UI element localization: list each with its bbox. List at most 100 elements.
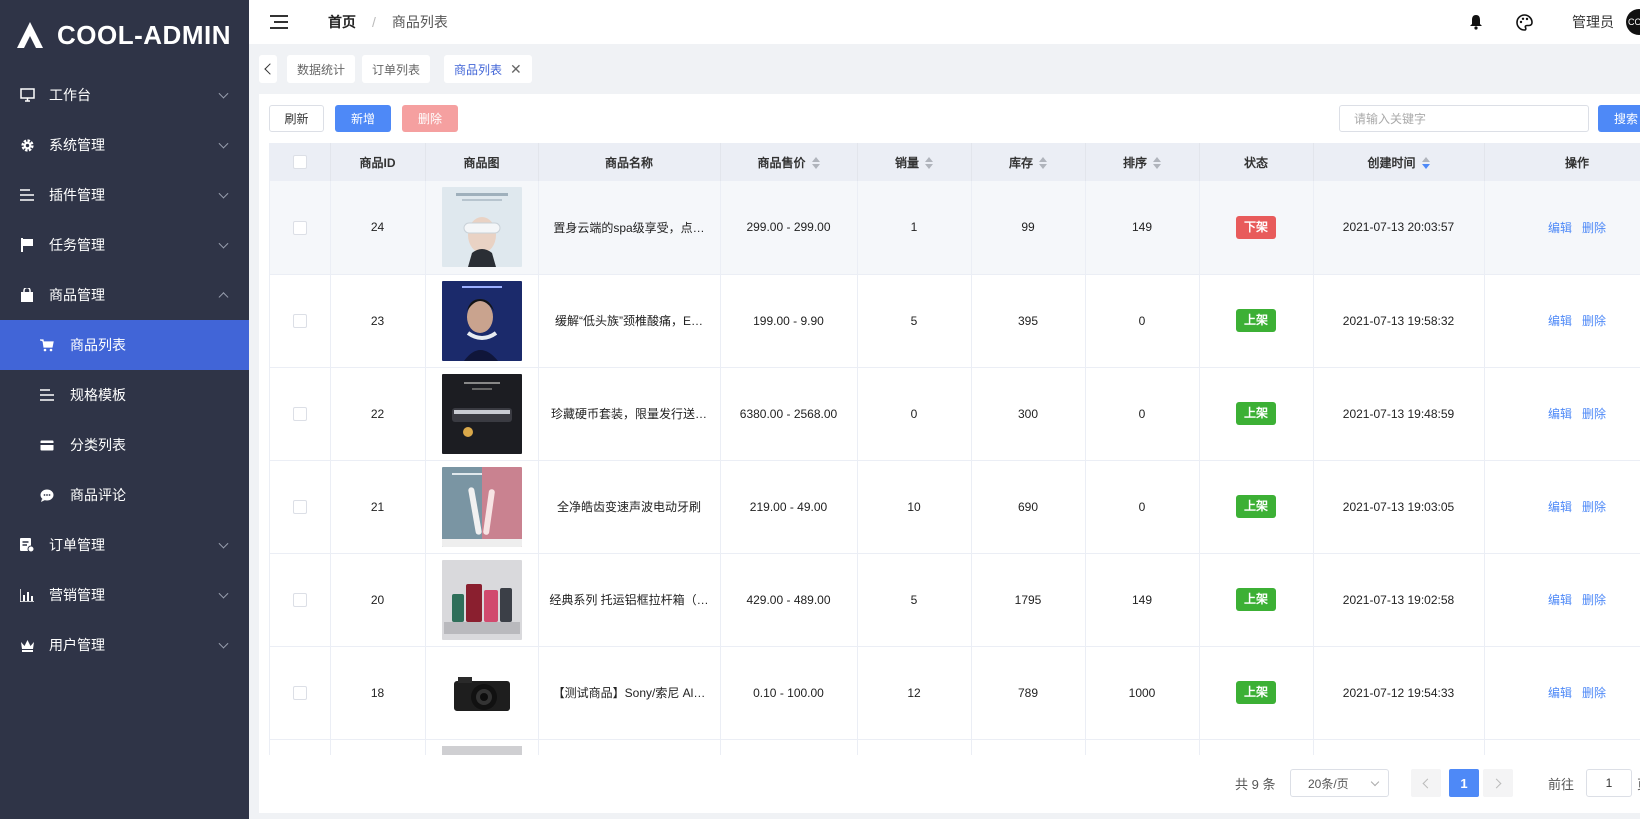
- cell-id: 23: [330, 274, 426, 367]
- header-sort[interactable]: 排序: [1085, 143, 1200, 181]
- menu-toggle-icon[interactable]: [270, 15, 288, 29]
- cell-status: 下架: [1199, 181, 1314, 274]
- submenu-goods-list[interactable]: 商品列表: [0, 320, 249, 370]
- menu-label: 系统管理: [49, 137, 105, 153]
- cell-select: [270, 367, 331, 460]
- row-checkbox[interactable]: [292, 685, 307, 700]
- cell-image[interactable]: [425, 181, 539, 274]
- submenu-goods-comments[interactable]: 商品评论: [0, 470, 249, 520]
- row-checkbox[interactable]: [292, 220, 307, 235]
- header-price[interactable]: 商品售价: [720, 143, 858, 181]
- delete-link[interactable]: 删除: [1582, 686, 1606, 700]
- product-thumbnail[interactable]: [426, 187, 538, 268]
- row-checkbox[interactable]: [292, 313, 307, 328]
- product-thumbnail[interactable]: [426, 280, 538, 361]
- edit-link[interactable]: 编辑: [1548, 593, 1572, 607]
- avatar[interactable]: COOL: [1626, 9, 1640, 35]
- sort-desc-icon[interactable]: [1421, 157, 1430, 170]
- submenu-spec-template[interactable]: 规格模板: [0, 370, 249, 420]
- tab-data-stats[interactable]: 数据统计: [287, 55, 356, 83]
- edit-link[interactable]: 编辑: [1548, 407, 1572, 421]
- cell-image[interactable]: [425, 553, 539, 646]
- sort-icon[interactable]: [1039, 157, 1047, 170]
- refresh-button[interactable]: 刷新: [269, 105, 324, 132]
- cell-sales: 1: [857, 181, 972, 274]
- tab-goods-list[interactable]: 商品列表 ✕: [444, 55, 532, 83]
- page-number-current[interactable]: 1: [1449, 769, 1479, 797]
- header-created[interactable]: 创建时间: [1313, 143, 1485, 181]
- breadcrumb-home[interactable]: 首页: [328, 12, 356, 32]
- submenu-category-list[interactable]: 分类列表: [0, 420, 249, 470]
- row-checkbox[interactable]: [292, 499, 307, 514]
- header-stock[interactable]: 库存: [971, 143, 1086, 181]
- tab-order-list[interactable]: 订单列表: [362, 55, 431, 83]
- logo[interactable]: COOL-ADMIN: [0, 0, 249, 70]
- select-all-checkbox[interactable]: [292, 155, 307, 170]
- menu-users[interactable]: 用户管理: [0, 620, 249, 670]
- product-thumbnail[interactable]: [426, 373, 538, 454]
- menu-label: 订单管理: [49, 537, 105, 553]
- menu-workbench[interactable]: 工作台: [0, 70, 249, 120]
- cell-image[interactable]: [425, 460, 539, 553]
- search-input[interactable]: [1339, 105, 1589, 132]
- delete-link[interactable]: 删除: [1582, 593, 1606, 607]
- add-button[interactable]: 新增: [335, 105, 391, 132]
- header-sales[interactable]: 销量: [857, 143, 972, 181]
- prev-page-button[interactable]: [1411, 769, 1441, 797]
- card-icon: [40, 438, 54, 452]
- product-thumbnail[interactable]: [426, 559, 538, 640]
- table-row[interactable]: 18 【测试商品】Sony/索尼 Al… 0.10 - 100.00 12 789 100…: [270, 646, 1640, 739]
- chevron-down-icon: [218, 588, 229, 599]
- delete-link[interactable]: 删除: [1582, 500, 1606, 514]
- cell-created: 2021-07-13 19:48:59: [1313, 367, 1485, 460]
- delete-link[interactable]: 删除: [1582, 221, 1606, 235]
- cell-status: 上架: [1199, 646, 1314, 739]
- edit-link[interactable]: 编辑: [1548, 221, 1572, 235]
- menu-orders[interactable]: 订单管理: [0, 520, 249, 570]
- cell-image[interactable]: [425, 367, 539, 460]
- menu-plugins[interactable]: 插件管理: [0, 170, 249, 220]
- status-badge: 上架: [1235, 402, 1276, 425]
- delete-link[interactable]: 删除: [1582, 314, 1606, 328]
- delete-link[interactable]: 删除: [1582, 407, 1606, 421]
- table-row[interactable]: 21 全净皓齿变速声波电动牙刷 219.00 - 49.00 10 690 0 上架 2021…: [270, 460, 1640, 553]
- close-icon[interactable]: ✕: [510, 61, 522, 78]
- delete-button[interactable]: 删除: [402, 105, 458, 132]
- tabs-back-button[interactable]: [259, 55, 277, 83]
- username[interactable]: 管理员: [1572, 12, 1614, 32]
- menu-label: 工作台: [49, 87, 91, 103]
- menu-tasks[interactable]: 任务管理: [0, 220, 249, 270]
- cell-name: 经典系列 托运铝框拉杆箱（…: [538, 553, 721, 646]
- search-button[interactable]: 搜索: [1598, 105, 1640, 132]
- process-tabs: 数据统计 订单列表 商品列表 ✕: [249, 44, 1640, 94]
- palette-icon[interactable]: [1516, 13, 1533, 31]
- goto-label: 前往: [1548, 776, 1575, 792]
- edit-link[interactable]: 编辑: [1548, 314, 1572, 328]
- table-row[interactable]: 23 缓解“低头族”颈椎酸痛，E… 199.00 - 9.90 5 395 0 上架 2021…: [270, 274, 1640, 367]
- page-size-select[interactable]: 20条/页: [1290, 769, 1389, 797]
- table-row[interactable]: 22 珍藏硬币套装，限量发行送… 6380.00 - 2568.00 0 300 0 上架 2…: [270, 367, 1640, 460]
- goto-page-input[interactable]: [1586, 769, 1632, 797]
- menu-system[interactable]: 系统管理: [0, 120, 249, 170]
- flag-icon: [19, 237, 35, 253]
- table-row[interactable]: 24 置身云端的spa级享受，点… 299.00 - 299.00 1 99 149 下架 2…: [270, 181, 1640, 274]
- cell-image[interactable]: [425, 646, 539, 739]
- sort-icon[interactable]: [811, 157, 820, 170]
- sort-icon[interactable]: [1153, 157, 1161, 170]
- product-thumbnail[interactable]: [426, 652, 538, 733]
- next-page-button[interactable]: [1483, 769, 1513, 797]
- menu-marketing[interactable]: 营销管理: [0, 570, 249, 620]
- menu-goods[interactable]: 商品管理: [0, 270, 249, 320]
- table-header-row: 商品ID 商品图 商品名称 商品售价 销量 库存 排序 状态 创建时间 操作: [270, 143, 1640, 181]
- bell-icon[interactable]: [1469, 14, 1485, 30]
- edit-link[interactable]: 编辑: [1548, 500, 1572, 514]
- chevron-down-icon: [218, 638, 229, 649]
- product-thumbnail[interactable]: [426, 466, 538, 547]
- row-checkbox[interactable]: [292, 406, 307, 421]
- row-checkbox[interactable]: [292, 592, 307, 607]
- table-row[interactable]: 20 经典系列 托运铝框拉杆箱（… 429.00 - 489.00 5 1795 149 上…: [270, 553, 1640, 646]
- sort-icon[interactable]: [925, 157, 933, 170]
- edit-link[interactable]: 编辑: [1548, 686, 1572, 700]
- cell-name: 珍藏硬币套装，限量发行送…: [538, 367, 721, 460]
- cell-image[interactable]: [425, 274, 539, 367]
